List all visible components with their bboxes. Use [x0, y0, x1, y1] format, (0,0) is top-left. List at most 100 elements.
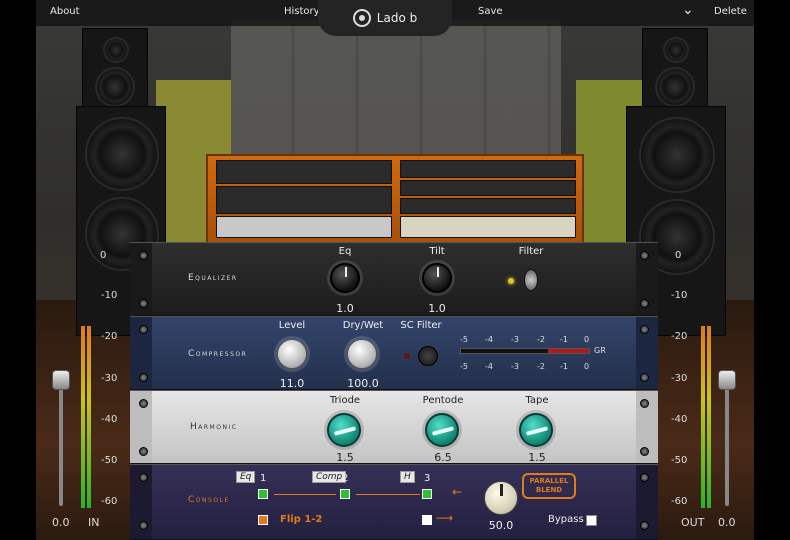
filter-label: Filter — [518, 246, 544, 257]
gr-scale-label: -3 — [511, 362, 519, 371]
gr-scale-label: -2 — [537, 362, 545, 371]
rack-unit-module — [216, 186, 392, 214]
rack-screw-icon — [640, 399, 649, 408]
route-number: 1 — [260, 473, 267, 484]
brand-logo-icon — [352, 9, 371, 27]
save-button[interactable]: Save — [478, 6, 503, 17]
output-label: OUT — [681, 516, 705, 529]
meter-scale-label: -30 — [101, 373, 118, 384]
scfilter-button[interactable] — [418, 346, 438, 366]
input-slider-handle[interactable] — [52, 370, 70, 390]
rack-unit-module — [400, 216, 576, 238]
output-slider-handle[interactable] — [718, 370, 736, 390]
meter-scale-label: -20 — [101, 331, 118, 342]
rack-screw-icon — [640, 325, 649, 334]
route-line — [356, 494, 420, 495]
filter-led-icon — [508, 278, 514, 284]
meter-scale-label: -40 — [671, 414, 688, 425]
gr-scale-label: -5 — [460, 362, 468, 371]
meter-scale-label: -10 — [101, 290, 118, 301]
parallel-blend-label: PARALLEL BLEND — [529, 477, 569, 494]
gr-scale-label: 0 — [584, 335, 590, 344]
route-h-active-toggle[interactable] — [422, 489, 432, 499]
speaker-right-top — [642, 28, 708, 108]
output-slider-track[interactable] — [725, 380, 729, 506]
meter-scale-label: 0 — [100, 250, 107, 261]
equalizer-title: Equalizer — [188, 273, 238, 283]
flip-toggle[interactable] — [258, 515, 268, 525]
gr-scale-label: -5 — [460, 335, 468, 344]
meter-scale-label: -60 — [671, 496, 688, 507]
rack-screw-icon — [640, 521, 649, 530]
gr-scale-label: -4 — [485, 362, 493, 371]
rack-screw-icon — [640, 373, 649, 382]
level-label: Level — [278, 320, 306, 331]
output-gain-value: 0.0 — [718, 516, 736, 529]
level-knob[interactable] — [277, 339, 307, 369]
brand-name: Lado b — [376, 11, 418, 25]
route-number: 2 — [342, 473, 349, 484]
filter-toggle-switch[interactable] — [524, 269, 538, 291]
parallel-route-toggle[interactable] — [422, 515, 432, 525]
route-comp-active-toggle[interactable] — [340, 489, 350, 499]
tweeter-icon — [103, 37, 129, 63]
meter-scale-label: -40 — [101, 414, 118, 425]
rack-screw-icon — [139, 473, 148, 482]
pentode-knob[interactable] — [425, 413, 459, 447]
delete-button[interactable]: Delete — [714, 6, 747, 17]
meter-scale-label: -20 — [671, 331, 688, 342]
triode-knob[interactable] — [327, 413, 361, 447]
flip-label: Flip 1-2 — [280, 514, 323, 525]
meter-scale-label: -50 — [671, 455, 688, 466]
rack-unit-module — [400, 180, 576, 196]
tape-knob[interactable] — [519, 413, 553, 447]
meter-scale-label: -30 — [671, 373, 688, 384]
harmonic-title: Harmonic — [190, 422, 238, 432]
brand-logo: Lado b — [318, 0, 452, 36]
blend-knob[interactable] — [484, 481, 518, 515]
gain-reduction-meter — [460, 348, 590, 354]
eq-knob[interactable] — [330, 263, 360, 293]
compressor-title: Compressor — [188, 349, 248, 359]
scfilter-led-icon — [404, 353, 410, 359]
gr-scale-label: -1 — [560, 362, 568, 371]
output-level-bar — [701, 326, 705, 508]
tilt-knob[interactable] — [422, 263, 452, 293]
input-level-bar — [81, 326, 85, 508]
rack-screw-icon — [139, 521, 148, 530]
rack-screw-icon — [139, 373, 148, 382]
console-module: Console Eq 1 Comp 2 H 3 ← Flip 1-2 ⟶ 50.… — [130, 464, 658, 540]
gr-scale-label: -1 — [560, 335, 568, 344]
route-eq-active-toggle[interactable] — [258, 489, 268, 499]
chevron-down-icon[interactable]: ⌄ — [682, 2, 694, 18]
tilt-value: 1.0 — [428, 302, 446, 315]
rack-screw-icon — [139, 399, 148, 408]
gr-scale-label: -2 — [537, 335, 545, 344]
gain-reduction-fill — [548, 349, 589, 353]
rack-cabinet — [206, 154, 584, 244]
speaker-left-top — [82, 28, 148, 108]
eq-value: 1.0 — [336, 302, 354, 315]
drywet-knob[interactable] — [347, 339, 377, 369]
level-value: 11.0 — [279, 377, 305, 390]
rack-screw-icon — [139, 299, 148, 308]
gr-label: GR — [594, 346, 606, 355]
tweeter-icon — [663, 37, 689, 63]
meter-scale-label: -10 — [671, 290, 688, 301]
triode-label: Triode — [329, 395, 361, 406]
arrow-left-icon: ← — [452, 485, 463, 499]
bypass-label: Bypass — [548, 514, 584, 525]
rack-screw-icon — [139, 447, 148, 456]
input-slider-track[interactable] — [59, 380, 63, 506]
scfilter-label: SC Filter — [400, 320, 442, 331]
rack-unit-module — [216, 216, 392, 238]
parallel-blend-badge: PARALLEL BLEND — [522, 473, 576, 499]
pentode-label: Pentode — [422, 395, 464, 406]
about-button[interactable]: About — [50, 6, 80, 17]
rack-screw-icon — [640, 473, 649, 482]
bypass-checkbox[interactable] — [586, 515, 597, 526]
input-label: IN — [88, 516, 100, 529]
history-button[interactable]: History — [284, 6, 320, 17]
gr-scale-label: 0 — [584, 362, 590, 371]
rack-screw-icon — [139, 251, 148, 260]
